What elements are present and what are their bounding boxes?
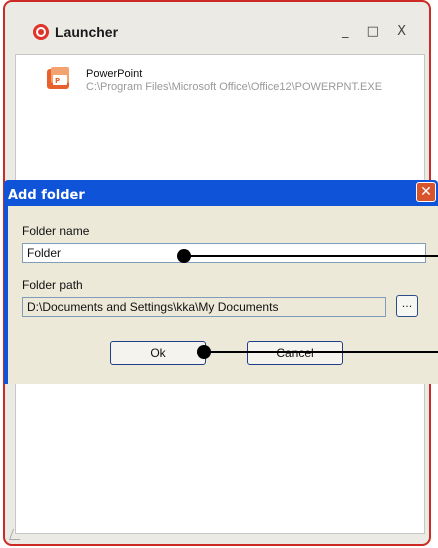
close-icon[interactable]: ✕ — [416, 182, 436, 202]
app-item-name: PowerPoint — [86, 68, 143, 80]
app-item-path: C:\Program Files\Microsoft Office\Office… — [86, 81, 383, 93]
cancel-button[interactable]: Cancel — [247, 341, 343, 365]
folder-path-input[interactable]: D:\Documents and Settings\kka\My Documen… — [22, 297, 386, 317]
folder-name-label: Folder name — [22, 224, 90, 238]
dialog-body: Folder name Folder Folder path D:\Docume… — [8, 206, 438, 384]
powerpoint-icon: P — [47, 67, 69, 89]
folder-name-input[interactable]: Folder — [22, 243, 426, 263]
launcher-logo-icon — [33, 24, 49, 40]
launcher-titlebar[interactable]: Launcher _ □ X — [33, 14, 413, 48]
add-folder-dialog: Add folder ✕ Folder name Folder Folder p… — [4, 180, 438, 384]
callout-line-ok — [206, 351, 438, 353]
window-controls[interactable]: _ □ X — [342, 24, 413, 39]
folder-path-label: Folder path — [22, 278, 83, 292]
callout-dot-ok — [197, 345, 211, 359]
dialog-title: Add folder — [8, 188, 85, 203]
browse-button[interactable]: ... — [396, 295, 418, 317]
ok-button[interactable]: Ok — [110, 341, 206, 365]
svg-text:P: P — [55, 77, 60, 85]
launcher-title: Launcher — [55, 24, 119, 40]
callout-line-name — [184, 255, 438, 257]
callout-dot-name — [177, 249, 191, 263]
resize-grip-icon[interactable] — [8, 529, 25, 540]
